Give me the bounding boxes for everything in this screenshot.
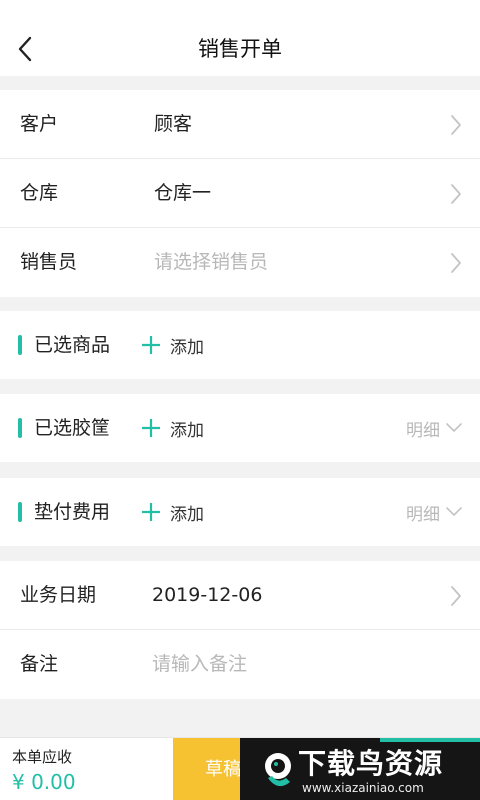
fees-detail-label: 明细: [406, 504, 440, 525]
warehouse-label: 仓库: [20, 182, 59, 204]
bird-logo-icon: [265, 753, 291, 787]
page-title: 销售开单: [198, 37, 282, 61]
fees-detail-toggle[interactable]: 明细: [406, 478, 462, 546]
chevron-right-icon: [451, 253, 461, 273]
warehouse-row[interactable]: 仓库 仓库一: [0, 159, 480, 228]
plus-icon: [142, 336, 160, 354]
selected-baskets-section: 已选胶筐 添加 明细: [0, 394, 480, 462]
baskets-detail-toggle[interactable]: 明细: [406, 394, 462, 462]
order-info-group: 客户 顾客 仓库 仓库一 销售员 请选择销售员: [0, 90, 480, 297]
add-goods-button[interactable]: 添加: [140, 311, 204, 379]
plus-icon: [142, 503, 160, 521]
chevron-right-icon: [451, 115, 461, 135]
add-fees-label: 添加: [170, 504, 204, 525]
customer-value: 顾客: [154, 113, 193, 135]
remark-input[interactable]: 请输入备注: [152, 630, 247, 699]
add-baskets-label: 添加: [170, 420, 204, 441]
selected-goods-section: 已选商品 添加: [0, 311, 480, 379]
salesperson-placeholder: 请选择销售员: [154, 251, 269, 273]
baskets-detail-label: 明细: [406, 420, 440, 441]
amount-due-value: ¥ 0.00: [12, 770, 76, 794]
business-date-row[interactable]: 业务日期 2019-12-06: [0, 561, 480, 630]
section-accent-bar: [18, 335, 22, 355]
chevron-right-icon: [451, 184, 461, 204]
business-date-label: 业务日期: [20, 584, 97, 606]
add-fees-button[interactable]: 添加: [140, 478, 204, 546]
selected-baskets-label: 已选胶筐: [34, 417, 111, 439]
chevron-down-icon: [446, 507, 462, 516]
selected-goods-label: 已选商品: [34, 334, 111, 356]
advance-fees-section: 垫付费用 添加 明细: [0, 478, 480, 546]
date-remark-group: 业务日期 2019-12-06 备注 请输入备注: [0, 561, 480, 699]
remark-row[interactable]: 备注 请输入备注: [0, 630, 480, 699]
chevron-right-icon: [451, 586, 461, 606]
header: 销售开单: [0, 0, 480, 76]
watermark-title: 下载鸟资源: [298, 747, 444, 780]
draft-label: 草稿: [205, 759, 241, 780]
advance-fees-label: 垫付费用: [34, 501, 111, 523]
watermark-overlay: 下载鸟资源 www.xiazainiao.com: [240, 738, 480, 800]
section-accent-bar: [18, 502, 22, 522]
customer-row[interactable]: 客户 顾客: [0, 90, 480, 159]
salesperson-row[interactable]: 销售员 请选择销售员: [0, 228, 480, 297]
section-accent-bar: [18, 418, 22, 438]
add-goods-label: 添加: [170, 337, 204, 358]
remark-label: 备注: [20, 653, 59, 675]
salesperson-label: 销售员: [20, 251, 78, 273]
customer-label: 客户: [20, 113, 59, 135]
add-baskets-button[interactable]: 添加: [140, 394, 204, 462]
watermark-url: www.xiazainiao.com: [302, 781, 424, 795]
footer-bar: 本单应收 ¥ 0.00 草稿 下载鸟资源 www.xiazainiao.com: [0, 737, 480, 800]
business-date-value: 2019-12-06: [152, 584, 263, 606]
amount-due-label: 本单应收: [12, 748, 73, 766]
chevron-down-icon: [446, 423, 462, 432]
plus-icon: [142, 419, 160, 437]
warehouse-value: 仓库一: [154, 182, 212, 204]
